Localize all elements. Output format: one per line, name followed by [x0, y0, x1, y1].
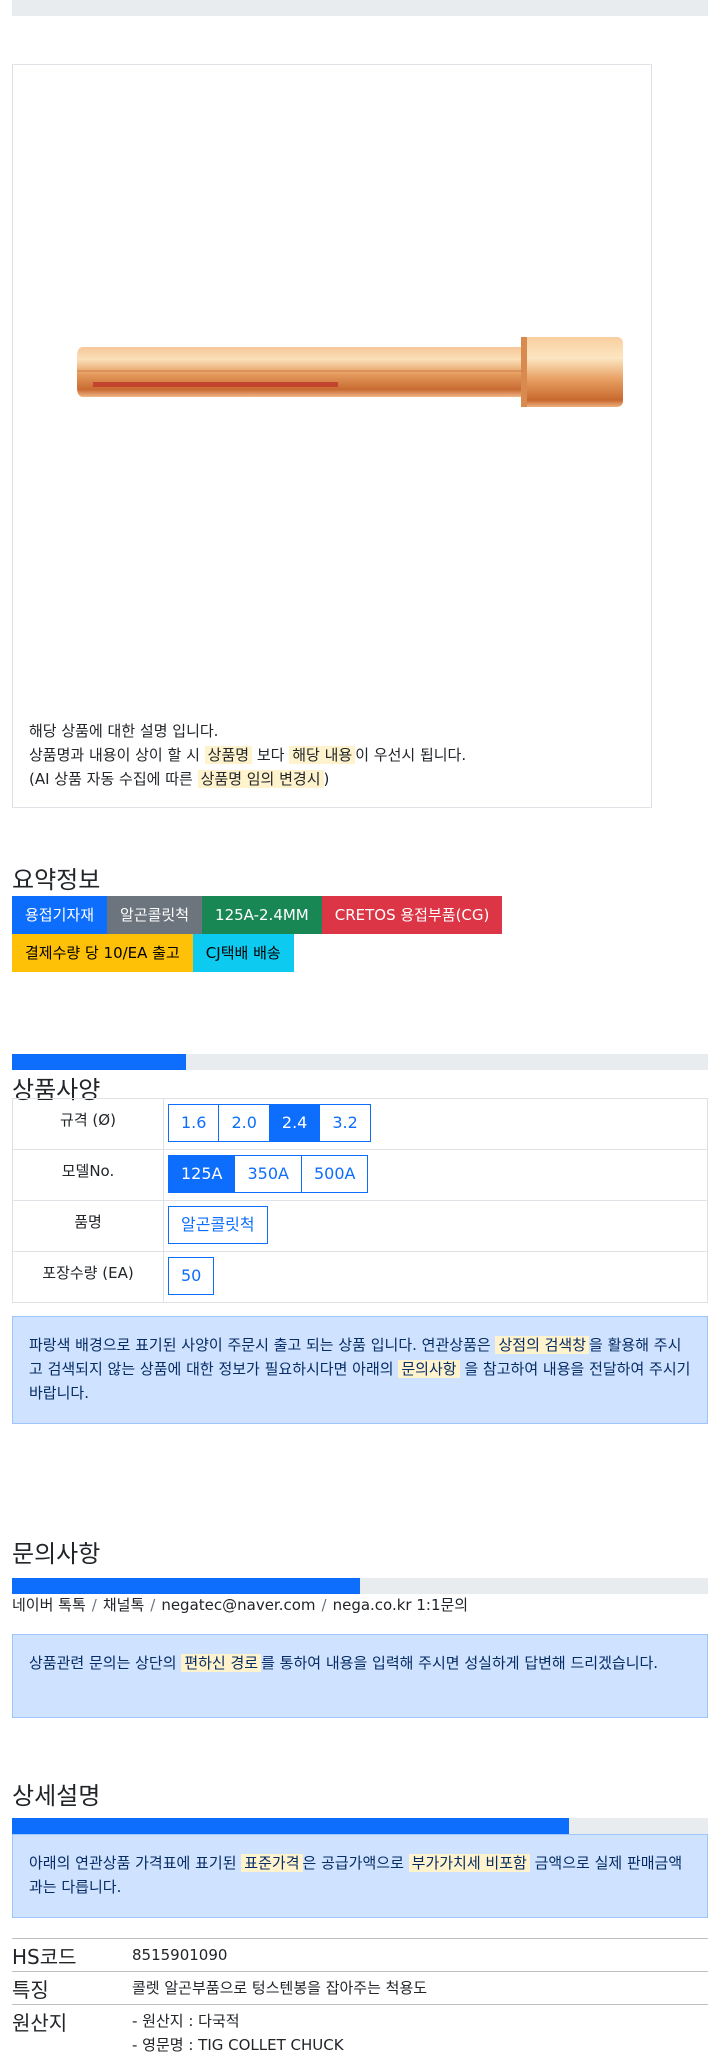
detail-progress-fill	[12, 1818, 569, 1834]
channel-talk-link[interactable]: 채널톡	[103, 1596, 144, 1614]
naver-talk-link[interactable]: 네이버 톡톡	[12, 1596, 86, 1614]
alert-text: 상품관련 문의는 상단의	[29, 1654, 177, 1672]
spec-option-button[interactable]: 50	[168, 1257, 215, 1295]
summary-badges: 용접기자재 알곤콜릿척 125A-2.4MM CRETOS 용접부품(CG) 결…	[12, 896, 572, 972]
spec-option-button[interactable]: 2.4	[268, 1104, 321, 1142]
alert-highlight: 상점의 검색창	[495, 1336, 590, 1354]
specs-progress-bar	[12, 1054, 708, 1070]
product-image-box: 해당 상품에 대한 설명 입니다. 상품명과 내용이 상이 할 시 상품명 보다…	[12, 64, 652, 808]
spec-option-button[interactable]: 알곤콜릿척	[168, 1206, 268, 1244]
notice-highlight: 상품명	[204, 746, 253, 764]
alert-text: 은 공급가액으로	[302, 1854, 404, 1872]
alert-highlight: 문의사항	[398, 1360, 460, 1378]
notice-line-3: (AI 상품 자동 수집에 따른 상품명 임의 변경시)	[29, 767, 466, 791]
origin-country: - 원산지 : 다국적	[132, 2012, 240, 2030]
badge-spec: 125A-2.4MM	[202, 896, 322, 934]
spec-row: 규격 (Ø) 1.6 2.0 2.4 3.2	[12, 1098, 708, 1150]
detail-progress-bar	[12, 1818, 708, 1834]
spec-option-button[interactable]: 125A	[168, 1155, 236, 1193]
info-row-feature: 특징 콜렛 알곤부품으로 텅스텐봉을 잡아주는 척용도	[12, 1971, 708, 2005]
notice-text: 보다	[256, 746, 285, 764]
detail-title: 상세설명	[12, 1782, 101, 1810]
origin-english-name: - 영문명 : TIG COLLET CHUCK	[132, 2036, 344, 2052]
specs-alert: 파랑색 배경으로 표기된 사양이 주문시 출고 되는 상품 입니다. 연관상품은…	[12, 1316, 708, 1424]
hs-code-value: 8515901090	[132, 1938, 708, 1972]
spec-option-button[interactable]: 3.2	[319, 1104, 371, 1142]
badge-category: 용접기자재	[12, 896, 108, 934]
info-row-hs-code: HS코드 8515901090	[12, 1938, 708, 1972]
summary-title: 요약정보	[12, 866, 101, 894]
specs-progress-fill	[12, 1054, 186, 1070]
separator: /	[91, 1596, 97, 1614]
notice-text: (AI 상품 자동 수집에 따른	[29, 770, 193, 788]
origin-value: - 원산지 : 다국적 - 영문명 : TIG COLLET CHUCK	[132, 2004, 708, 2052]
badge-brand: CRETOS 용접부품(CG)	[321, 896, 503, 934]
notice-line-2: 상품명과 내용이 상이 할 시 상품명 보다 해당 내용 이 우선시 됩니다.	[29, 743, 466, 767]
alert-highlight: 표준가격	[241, 1854, 303, 1872]
spec-options: 50	[163, 1251, 708, 1303]
separator: /	[150, 1596, 156, 1614]
specs-table: 규격 (Ø) 1.6 2.0 2.4 3.2 모델No. 125A 350A 500A 품명 알곤콜…	[12, 1098, 708, 1303]
alert-text: 파랑색 배경으로 표기된 사양이 주문시 출고 되는 상품 입니다. 연관상품은	[29, 1336, 491, 1354]
contact-links: 네이버 톡톡 / 채널톡 / negatec@naver.com / nega.co.kr …	[12, 1594, 468, 1615]
spec-option-button[interactable]: 500A	[300, 1155, 369, 1193]
separator: /	[321, 1596, 327, 1614]
notice-highlight: 해당 내용	[289, 746, 356, 764]
notice-text: 상품명과 내용이 상이 할 시	[29, 746, 200, 764]
origin-label: 원산지	[12, 2004, 132, 2052]
detail-alert: 아래의 연관상품 가격표에 표기된 표준가격 은 공급가액으로 부가가치세 비포함…	[12, 1834, 708, 1918]
product-info-table: HS코드 8515901090 특징 콜렛 알곤부품으로 텅스텐봉을 잡아주는 …	[12, 1938, 708, 2052]
spec-option-button[interactable]: 2.0	[218, 1104, 270, 1142]
spec-label: 포장수량 (EA)	[12, 1251, 164, 1303]
notice-line-1: 해당 상품에 대한 설명 입니다.	[29, 722, 219, 740]
hs-code-label: HS코드	[12, 1938, 132, 1972]
email-link[interactable]: negatec@naver.com	[161, 1596, 315, 1614]
spec-row: 포장수량 (EA) 50	[12, 1251, 708, 1303]
badge-quantity: 결제수량 당 10/EA 출고	[12, 934, 193, 972]
inquiry-progress-fill	[12, 1578, 360, 1594]
alert-highlight: 부가가치세 비포함	[408, 1854, 530, 1872]
inquiry-alert: 상품관련 문의는 상단의 편하신 경로 를 통하여 내용을 입력해 주시면 성실하…	[12, 1634, 708, 1718]
spec-row: 품명 알곤콜릿척	[12, 1200, 708, 1252]
notice-highlight: 상품명 임의 변경시	[197, 770, 324, 788]
spec-option-button[interactable]: 350A	[234, 1155, 302, 1193]
product-notice: 해당 상품에 대한 설명 입니다. 상품명과 내용이 상이 할 시 상품명 보다…	[29, 719, 466, 791]
spec-options: 1.6 2.0 2.4 3.2	[163, 1098, 708, 1150]
collet-chuck-image	[77, 337, 623, 407]
badge-shipping: CJ택배 배송	[192, 934, 294, 972]
info-row-origin: 원산지 - 원산지 : 다국적 - 영문명 : TIG COLLET CHUCK	[12, 2004, 708, 2052]
alert-highlight: 편하신 경로	[181, 1654, 262, 1672]
spec-options: 알곤콜릿척	[163, 1200, 708, 1252]
inquiry-progress-bar	[12, 1578, 708, 1594]
spec-label: 모델No.	[12, 1149, 164, 1201]
top-progress-bar	[12, 0, 708, 16]
spec-row: 모델No. 125A 350A 500A	[12, 1149, 708, 1201]
spec-options: 125A 350A 500A	[163, 1149, 708, 1201]
inquiry-title: 문의사항	[12, 1540, 101, 1568]
notice-text: 이 우선시 됩니다.	[355, 746, 467, 764]
alert-text: 아래의 연관상품 가격표에 표기된	[29, 1854, 237, 1872]
spec-label: 규격 (Ø)	[12, 1098, 164, 1150]
alert-text: 를 통하여 내용을 입력해 주시면 성실하게 답변해 드리겠습니다.	[261, 1654, 659, 1672]
spec-option-button[interactable]: 1.6	[168, 1104, 220, 1142]
notice-text: )	[323, 770, 330, 788]
one-to-one-inquiry-link[interactable]: nega.co.kr 1:1문의	[333, 1596, 469, 1614]
feature-label: 특징	[12, 1971, 132, 2005]
feature-value: 콜렛 알곤부품으로 텅스텐봉을 잡아주는 척용도	[132, 1971, 708, 2005]
spec-label: 품명	[12, 1200, 164, 1252]
badge-product: 알곤콜릿척	[107, 896, 203, 934]
